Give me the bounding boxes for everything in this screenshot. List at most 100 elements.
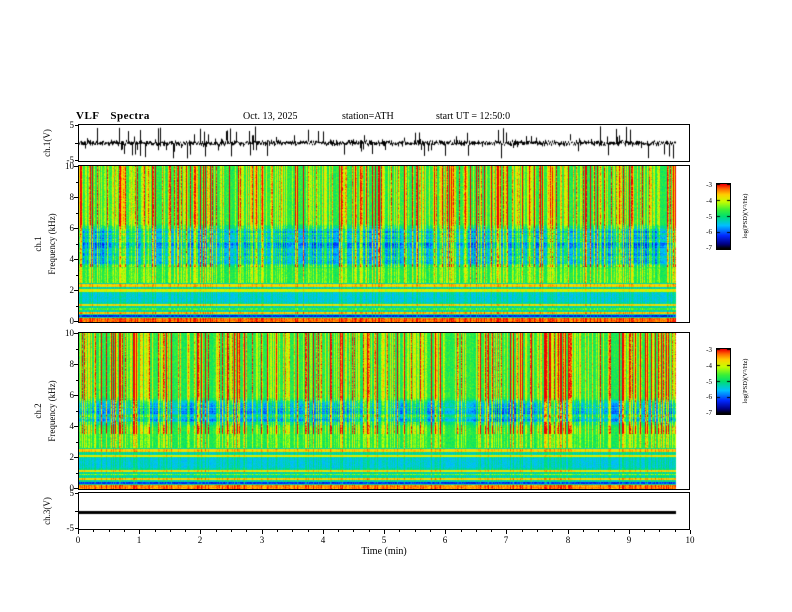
x-minor-tick xyxy=(155,530,156,532)
x-tick-label: 2 xyxy=(197,535,203,545)
y-tick-label: 5 xyxy=(69,488,75,498)
y-tick xyxy=(74,333,78,334)
y-tick-label: 8 xyxy=(69,359,75,369)
x-tick-label: 0 xyxy=(75,535,81,545)
x-tick xyxy=(445,530,446,534)
x-minor-tick xyxy=(185,530,186,532)
ch1-waveform-plot xyxy=(78,124,690,162)
x-minor-tick xyxy=(415,530,416,532)
y-tick-label: -5 xyxy=(66,155,75,165)
x-minor-tick xyxy=(292,530,293,532)
x-minor-tick xyxy=(675,530,676,532)
x-tick xyxy=(262,530,263,534)
time-axis-label: Time (min) xyxy=(361,546,407,557)
y-tick xyxy=(74,457,78,458)
x-tick-label: 1 xyxy=(136,535,142,545)
x-minor-tick xyxy=(461,530,462,532)
x-minor-tick xyxy=(659,530,660,532)
y-tick-label: 4 xyxy=(69,421,75,431)
y-tick xyxy=(76,244,78,245)
colorbar-tick-label: -5 xyxy=(706,378,712,386)
y-tick xyxy=(75,125,78,126)
x-tick xyxy=(139,530,140,534)
x-minor-tick xyxy=(399,530,400,532)
y-tick xyxy=(74,166,78,167)
x-minor-tick xyxy=(338,530,339,532)
y-tick-label: 2 xyxy=(69,452,75,462)
ch1-channel-label: ch.1 xyxy=(33,236,43,252)
ch3-voltage-axis-label: ch.3(V) xyxy=(42,497,52,525)
y-tick xyxy=(76,275,78,276)
y-tick xyxy=(75,143,78,144)
x-tick xyxy=(506,530,507,534)
y-tick xyxy=(75,528,78,529)
x-minor-tick xyxy=(216,530,217,532)
y-tick xyxy=(74,228,78,229)
x-minor-tick xyxy=(522,530,523,532)
x-minor-tick xyxy=(277,530,278,532)
x-minor-tick xyxy=(430,530,431,532)
colorbar-ch2 xyxy=(716,348,731,415)
y-tick xyxy=(76,442,78,443)
y-tick xyxy=(75,511,78,512)
y-tick-label: 2 xyxy=(69,285,75,295)
x-tick-label: 7 xyxy=(503,535,509,545)
colorbar-ch1-label: log(PSD)(V²/Hz) xyxy=(742,193,749,239)
y-tick-label: 0 xyxy=(69,316,75,326)
y-tick xyxy=(75,493,78,494)
station-label: station=ATH xyxy=(342,111,394,122)
x-minor-tick xyxy=(644,530,645,532)
y-tick xyxy=(74,426,78,427)
y-tick xyxy=(75,160,78,161)
y-tick-label: 4 xyxy=(69,254,75,264)
x-minor-tick xyxy=(537,530,538,532)
y-tick xyxy=(76,473,78,474)
y-tick-label: 8 xyxy=(69,192,75,202)
y-tick xyxy=(74,321,78,322)
y-tick-label: 6 xyxy=(69,223,75,233)
y-tick-label: 5 xyxy=(69,120,75,130)
y-tick xyxy=(76,306,78,307)
x-tick-label: 3 xyxy=(259,535,265,545)
colorbar-tick-label: -6 xyxy=(706,393,712,401)
x-tick xyxy=(629,530,630,534)
x-tick-label: 10 xyxy=(685,535,695,545)
colorbar-tick-label: -4 xyxy=(706,197,712,205)
x-minor-tick xyxy=(369,530,370,532)
ch1-frequency-axis-label: Frequency (kHz) xyxy=(47,213,57,275)
x-minor-tick xyxy=(583,530,584,532)
y-tick-label: 10 xyxy=(65,328,74,338)
ch2-channel-label: ch.2 xyxy=(33,403,43,419)
x-tick-label: 5 xyxy=(381,535,387,545)
y-tick xyxy=(74,197,78,198)
x-minor-tick xyxy=(491,530,492,532)
colorbar-tick-label: -7 xyxy=(706,244,712,252)
colorbar-tick-label: -3 xyxy=(706,181,712,189)
x-tick-label: 4 xyxy=(320,535,326,545)
y-tick xyxy=(76,411,78,412)
y-tick xyxy=(74,364,78,365)
x-tick xyxy=(384,530,385,534)
colorbar-tick-label: -7 xyxy=(706,409,712,417)
y-tick xyxy=(74,259,78,260)
x-tick-label: 8 xyxy=(565,535,571,545)
figure-date: Oct. 13, 2025 xyxy=(243,111,298,122)
ch2-frequency-axis-label: Frequency (kHz) xyxy=(47,380,57,442)
x-tick-label: 6 xyxy=(442,535,448,545)
x-minor-tick xyxy=(476,530,477,532)
x-minor-tick xyxy=(93,530,94,532)
colorbar-tick-label: -4 xyxy=(706,362,712,370)
colorbar-ch1 xyxy=(716,183,731,250)
start-ut-label: start UT = 12:50:0 xyxy=(436,111,511,122)
x-tick xyxy=(323,530,324,534)
x-tick xyxy=(200,530,201,534)
y-tick xyxy=(76,182,78,183)
y-tick xyxy=(76,380,78,381)
colorbar-ch2-label: log(PSD)(V²/Hz) xyxy=(742,358,749,404)
x-tick xyxy=(690,530,691,534)
x-minor-tick xyxy=(614,530,615,532)
x-tick xyxy=(568,530,569,534)
y-tick xyxy=(76,349,78,350)
ch3-waveform-plot xyxy=(78,492,690,530)
colorbar-tick-label: -3 xyxy=(706,346,712,354)
